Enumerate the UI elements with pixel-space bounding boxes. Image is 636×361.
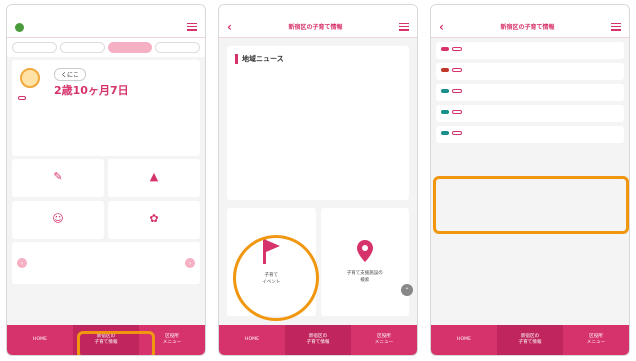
status-bar	[431, 5, 629, 16]
app-logo	[15, 17, 27, 36]
highlight-ring	[77, 331, 155, 355]
feature-memory[interactable]: ✿	[108, 201, 200, 239]
child-profile-card: くにこ 2歳10ヶ月7日	[12, 60, 200, 156]
hamburger-menu-icon[interactable]	[399, 22, 409, 31]
banner-next-icon[interactable]: ›	[185, 258, 195, 268]
regional-news: 地域ニュース	[227, 46, 409, 200]
highlight-ring	[233, 235, 319, 321]
nav-childcare-info[interactable]: 新宿区の 子育て情報	[285, 325, 351, 355]
nav-home[interactable]: HOME	[431, 325, 497, 355]
highlight-ring	[433, 176, 629, 234]
syringe-icon: ✎	[53, 169, 63, 183]
phone-screen-home: くにこ 2歳10ヶ月7日 ✎ ▲ ☺ ✿ ‹ › HOME 新宿区の 子育て情報…	[6, 4, 206, 356]
feature-grid: ✎ ▲ ☺ ✿	[12, 159, 200, 239]
event-category-tag	[452, 89, 462, 93]
scroll-up-icon[interactable]: ⌃	[401, 284, 413, 296]
facility-search-card[interactable]: 子育て支援施設の 検索	[320, 208, 409, 316]
nav-childcare-info[interactable]: 新宿区の 子育て情報	[497, 325, 563, 355]
event-category-tag	[452, 131, 462, 135]
child-tab-4[interactable]	[155, 42, 200, 53]
event-item[interactable]	[436, 126, 624, 143]
child-tabs	[7, 38, 205, 57]
feature-checkup[interactable]: ☺	[12, 201, 104, 239]
map-pin-icon	[356, 240, 373, 263]
child-age: 2歳10ヶ月7日	[54, 84, 129, 97]
child-avatar	[20, 68, 40, 88]
feature-growth[interactable]: ▲	[108, 159, 200, 197]
logo-icon	[15, 23, 24, 32]
event-category-tag	[452, 68, 462, 72]
phone-screen-events: ‹ 新宿区の子育て情報 HOME 新宿区の 子育て情報 区役所 メニュー	[430, 4, 630, 356]
event-status-tag	[441, 47, 449, 51]
feature-vaccination[interactable]: ✎	[12, 159, 104, 197]
event-item[interactable]	[436, 84, 624, 101]
banner-prev-icon[interactable]: ‹	[17, 258, 27, 268]
event-status-tag	[441, 68, 449, 72]
chart-icon: ▲	[149, 169, 159, 183]
app-header	[7, 16, 205, 38]
header-title: 新宿区の子育て情報	[288, 24, 343, 31]
child-edit-button[interactable]	[18, 96, 26, 100]
status-bar	[219, 5, 417, 16]
child-tab-3[interactable]	[107, 42, 153, 53]
app-header: ‹ 新宿区の子育て情報	[219, 16, 417, 38]
child-tab-1[interactable]	[12, 42, 57, 53]
gift-icon: ✿	[149, 211, 159, 225]
baby-icon: ☺	[52, 211, 64, 225]
child-name: くにこ	[54, 68, 86, 81]
promo-banner[interactable]: ‹ ›	[12, 242, 200, 284]
back-icon[interactable]: ‹	[439, 21, 444, 33]
hamburger-menu-icon[interactable]	[187, 22, 197, 31]
facility-search-label: 子育て支援施設の 検索	[346, 271, 383, 283]
nav-menu[interactable]: 区役所 メニュー	[563, 325, 629, 355]
child-tab-2[interactable]	[59, 42, 105, 53]
nav-menu[interactable]: 区役所 メニュー	[351, 325, 417, 355]
hamburger-menu-icon[interactable]	[611, 22, 621, 31]
event-item[interactable]	[436, 105, 624, 122]
nav-home[interactable]: HOME	[219, 325, 285, 355]
bottom-nav: HOME 新宿区の 子育て情報 区役所 メニュー	[431, 325, 629, 355]
app-header: ‹ 新宿区の子育て情報	[431, 16, 629, 38]
event-status-tag	[441, 110, 449, 114]
header-title: 新宿区の子育て情報	[500, 24, 555, 31]
event-status-tag	[441, 89, 449, 93]
status-bar	[7, 5, 205, 16]
back-icon[interactable]: ‹	[227, 21, 232, 33]
event-status-tag	[441, 131, 449, 135]
event-item[interactable]	[436, 42, 624, 59]
event-item[interactable]	[436, 63, 624, 80]
event-category-tag	[452, 110, 462, 114]
news-heading: 地域ニュース	[235, 54, 401, 64]
event-category-tag	[452, 47, 462, 51]
phone-screen-info: ‹ 新宿区の子育て情報 地域ニュース 子育て イベント 子育て支援施設の 検索 …	[218, 4, 418, 356]
bottom-nav: HOME 新宿区の 子育て情報 区役所 メニュー	[219, 325, 417, 355]
nav-home[interactable]: HOME	[7, 325, 73, 355]
